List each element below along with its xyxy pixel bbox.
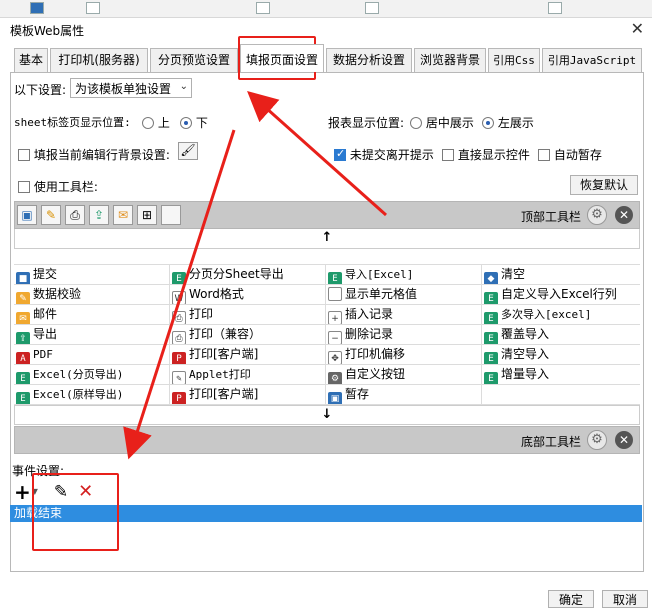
close-icon[interactable]: ✕: [615, 431, 633, 449]
paint-bucket-icon[interactable]: 🖌: [178, 142, 198, 160]
grid-item-empty: [482, 385, 640, 405]
close-icon[interactable]: ✕: [615, 206, 633, 224]
bottom-toolbar-label: 底部工具栏: [520, 435, 581, 449]
top-toolbar-label: 顶部工具栏: [520, 210, 581, 224]
tab-javascript[interactable]: 引用JavaScript: [542, 48, 642, 72]
tab-fill-page[interactable]: 填报页面设置: [240, 44, 324, 72]
tab-data-analysis[interactable]: 数据分析设置: [326, 48, 412, 72]
grid-item-custom-button[interactable]: ⚙ 自定义按钮: [326, 365, 482, 385]
grid-item-excel-original[interactable]: E Excel(原样导出): [14, 385, 170, 405]
grid-item-clear[interactable]: ◆ 清空: [482, 265, 640, 285]
grid-item-printer-offset[interactable]: ✥ 打印机偏移: [326, 345, 482, 365]
grid-item-multi-import[interactable]: E 多次导入[excel]: [482, 305, 640, 325]
pencil-icon[interactable]: ✎: [41, 205, 61, 225]
bottom-toolbar: 底部工具栏 ⚙ ✕: [14, 426, 640, 454]
report-left-radio[interactable]: 左展示: [482, 114, 534, 131]
mail-icon[interactable]: ✉: [113, 205, 133, 225]
grid-item-clear-import[interactable]: E 清空导入: [482, 345, 640, 365]
tab-pagination-preview[interactable]: 分页预览设置: [150, 48, 238, 72]
ok-button[interactable]: 确定: [548, 590, 594, 608]
grid-row: ✉ 邮件 ⎙ 打印 + 插入记录 E 多次导入[excel]: [14, 305, 640, 325]
grid-item-submit[interactable]: ■ 提交: [14, 265, 170, 285]
toolbar-icon: [86, 2, 100, 14]
toolbar-icon: [365, 2, 379, 14]
grid-item-print-client-2[interactable]: P 打印[客户端]: [170, 385, 326, 405]
grid-item-delete-record[interactable]: − 删除记录: [326, 325, 482, 345]
chevron-down-icon: ⌄: [179, 81, 188, 92]
print-icon[interactable]: ⎙: [65, 205, 85, 225]
grid-item-sheet-export[interactable]: E 分页分Sheet导出: [170, 265, 326, 285]
unsubmitted-leave-checkbox[interactable]: 未提交离开提示: [334, 146, 434, 163]
dialog-titlebar: 模板Web属性 ✕: [0, 18, 652, 42]
tab-basic[interactable]: 基本: [14, 48, 48, 72]
toolbar-icons: ▣ ✎ ⎙ ⇪ ✉ ⊞: [17, 205, 181, 225]
auto-save-checkbox[interactable]: 自动暂存: [538, 146, 602, 163]
show-controls-checkbox[interactable]: 直接显示控件: [442, 146, 530, 163]
tab-css[interactable]: 引用Css: [488, 48, 540, 72]
fill-row-bg-checkbox[interactable]: 填报当前编辑行背景设置:: [18, 146, 170, 163]
tab-browser-background[interactable]: 浏览器背景: [414, 48, 486, 72]
select-value: 为该模板单独设置: [75, 82, 172, 96]
grid-item-print-client[interactable]: P 打印[客户端]: [170, 345, 326, 365]
grid-row: A PDF P 打印[客户端] ✥ 打印机偏移 E 清空导入: [14, 345, 640, 365]
gear-icon[interactable]: ⚙: [587, 205, 607, 225]
restore-default-button[interactable]: 恢复默认: [570, 175, 638, 195]
grid-item-pdf[interactable]: A PDF: [14, 345, 170, 365]
grid-item-validate[interactable]: ✎ 数据校验: [14, 285, 170, 305]
grid-row: ✎ 数据校验 W Word格式 显示单元格值 E 自定义导入Excel行列: [14, 285, 640, 305]
add-icon[interactable]: +: [14, 482, 31, 502]
grid-item-custom-import[interactable]: E 自定义导入Excel行列: [482, 285, 640, 305]
grid-item-incremental-import[interactable]: E 增量导入: [482, 365, 640, 385]
gear-icon[interactable]: ⚙: [587, 430, 607, 450]
grid-item-excel-paged[interactable]: E Excel(分页导出): [14, 365, 170, 385]
grid-item-print-compat[interactable]: ⎙ 打印（兼容）: [170, 325, 326, 345]
grid-item-temp-save[interactable]: ▣ 暂存: [326, 385, 482, 405]
grid-row: ■ 提交 E 分页分Sheet导出 E 导入[Excel] ◆ 清空: [14, 265, 640, 285]
annotation-highlight-events: [32, 473, 119, 551]
grid-row: E Excel(原样导出) P 打印[客户端] ▣ 暂存: [14, 385, 640, 405]
tree-icon[interactable]: ⊞: [137, 205, 157, 225]
background-window-strip: [0, 0, 652, 18]
grid-item-mail[interactable]: ✉ 邮件: [14, 305, 170, 325]
sheet-position-top-radio[interactable]: 上: [142, 114, 170, 131]
blank-icon[interactable]: [161, 205, 181, 225]
save-icon[interactable]: ▣: [17, 205, 37, 225]
grid-item-overwrite-import[interactable]: E 覆盖导入: [482, 325, 640, 345]
grid-item-export[interactable]: ⇪ 导出: [14, 325, 170, 345]
sheet-position-bottom-radio[interactable]: 下: [180, 114, 208, 131]
settings-label: 以下设置:: [14, 83, 67, 97]
app-icon: [30, 2, 44, 14]
report-center-radio[interactable]: 居中展示: [410, 114, 474, 131]
move-up-arrow[interactable]: ↑: [14, 229, 640, 249]
grid-row: E Excel(分页导出) ✎ Applet打印 ⚙ 自定义按钮 E 增量导入: [14, 365, 640, 385]
grid-row: ⇪ 导出 ⎙ 打印（兼容） − 删除记录 E 覆盖导入: [14, 325, 640, 345]
toolbar-icon: [548, 2, 562, 14]
cancel-button[interactable]: 取消: [602, 590, 648, 608]
tab-bar: 基本 打印机(服务器) 分页预览设置 填报页面设置 数据分析设置 浏览器背景 引…: [14, 44, 644, 72]
report-position-label: 报表显示位置:: [328, 116, 405, 130]
tab-printer[interactable]: 打印机(服务器): [50, 48, 148, 72]
use-toolbar-checkbox[interactable]: 使用工具栏:: [18, 178, 98, 195]
toolbar-icon: [256, 2, 270, 14]
close-icon[interactable]: ✕: [631, 19, 644, 38]
export-icon[interactable]: ⇪: [89, 205, 109, 225]
grid-item-import-excel[interactable]: E 导入[Excel]: [326, 265, 482, 285]
grid-item-show-cell-value[interactable]: 显示单元格值: [326, 285, 482, 305]
top-toolbar: ▣ ✎ ⎙ ⇪ ✉ ⊞ 顶部工具栏 ⚙ ✕: [14, 201, 640, 229]
settings-scope-select[interactable]: 为该模板单独设置 ⌄: [70, 78, 192, 98]
toolbar-button-grid: ■ 提交 E 分页分Sheet导出 E 导入[Excel] ◆ 清空 ✎ 数据校验 W Wo…: [14, 264, 640, 405]
dialog-title: 模板Web属性: [10, 24, 85, 38]
grid-item-insert-record[interactable]: + 插入记录: [326, 305, 482, 325]
grid-item-word[interactable]: W Word格式: [170, 285, 326, 305]
grid-item-applet-print[interactable]: ✎ Applet打印: [170, 365, 326, 385]
sheet-position-label: sheet标签页显示位置:: [14, 116, 131, 129]
move-down-arrow[interactable]: ↓: [14, 405, 640, 425]
grid-item-print[interactable]: ⎙ 打印: [170, 305, 326, 325]
